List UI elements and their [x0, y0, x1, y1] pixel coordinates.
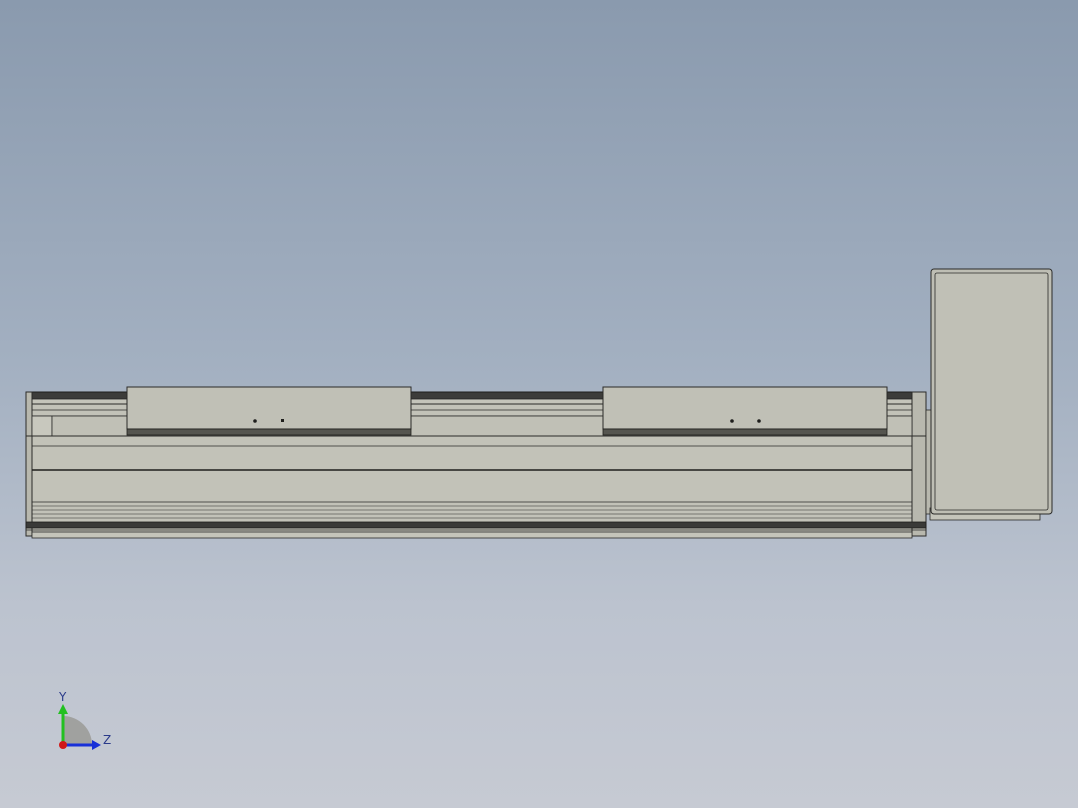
- triad-xy-plane: [63, 716, 92, 745]
- motor[interactable]: [929, 268, 1053, 521]
- bottom-rail: [25, 521, 927, 529]
- orientation-triad: Y Z: [58, 690, 111, 750]
- actuator-assembly[interactable]: [25, 268, 1053, 539]
- carriage-left[interactable]: [126, 386, 412, 436]
- carriage-right-body: [602, 386, 888, 430]
- inner-slot: [31, 415, 53, 437]
- bottom-foot: [31, 531, 913, 539]
- triad-y-label: Y: [58, 690, 67, 704]
- right-end-cap: [911, 391, 927, 537]
- carriage-right-base: [602, 428, 888, 436]
- motor-face: [934, 272, 1049, 511]
- carriage-right-hole: [757, 419, 761, 423]
- carriage-left-hole: [281, 419, 284, 422]
- triad-z-label: Z: [103, 733, 111, 747]
- carriage-left-body: [126, 386, 412, 430]
- carriage-right[interactable]: [602, 386, 888, 436]
- cad-scene[interactable]: Y Z: [0, 0, 1078, 808]
- left-end-cap: [25, 391, 33, 537]
- carriage-left-base: [126, 428, 412, 436]
- carriage-left-hole: [253, 419, 257, 423]
- graphics-viewport[interactable]: Y Z: [0, 0, 1078, 808]
- triad-y-arrow: [58, 704, 68, 714]
- carriage-right-hole: [730, 419, 734, 423]
- triad-z-arrow: [92, 740, 101, 750]
- triad-x-origin: [59, 741, 67, 749]
